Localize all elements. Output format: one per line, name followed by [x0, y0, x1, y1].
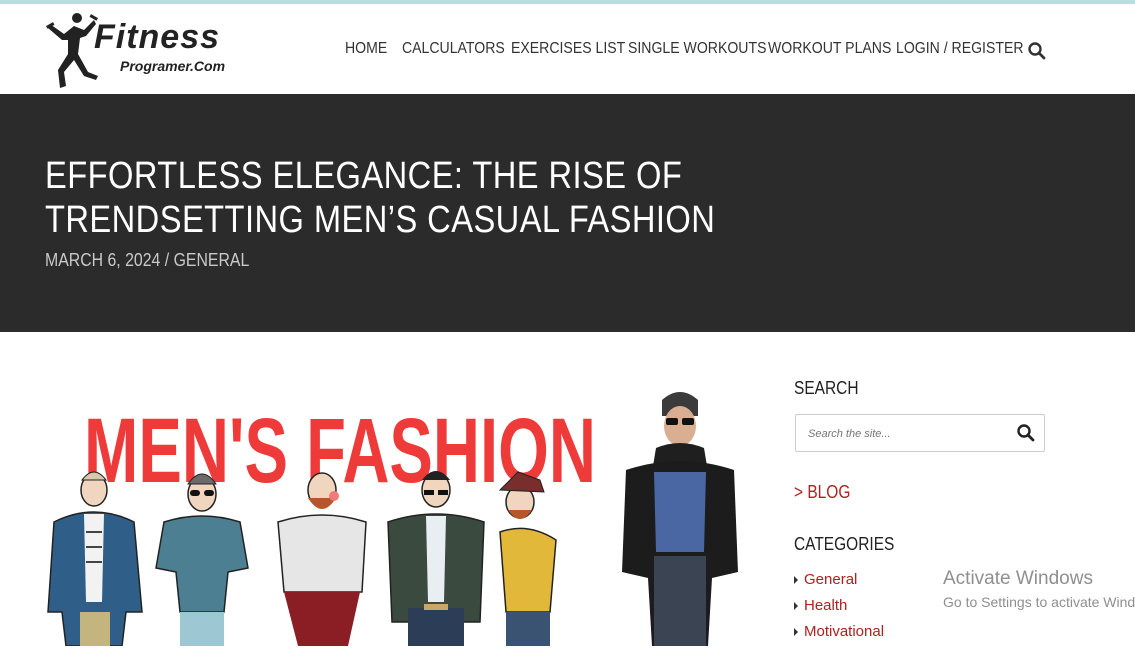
nav-home[interactable]: HOME	[345, 40, 387, 58]
post-meta: MARCH 6, 2024 / GENERAL	[45, 250, 249, 271]
photo-man-leather-jacket	[622, 392, 738, 646]
logo-subtitle: Programer.Com	[120, 58, 226, 74]
category-label: General	[804, 571, 858, 588]
category-item-general[interactable]: General	[794, 570, 884, 596]
nav-workout-plans[interactable]: WORKOUT PLANS	[768, 40, 891, 58]
post-title: EFFORTLESS ELEGANCE: THE RISE OF TRENDSE…	[45, 155, 716, 241]
sidebar-search-form	[795, 414, 1045, 452]
category-list: General Health Motivational	[794, 570, 884, 648]
post-date: MARCH 6, 2024	[45, 250, 161, 270]
watermark-subtitle: Go to Settings to activate Windows.	[943, 594, 1135, 610]
activate-windows-watermark: Activate Windows Go to Settings to activ…	[943, 568, 1135, 612]
site-logo[interactable]: Fitness Programer.Com	[44, 10, 259, 90]
caret-right-icon	[794, 602, 798, 610]
category-label: Health	[804, 597, 848, 614]
blog-link[interactable]: > BLOG	[794, 482, 850, 503]
sidebar-search-icon[interactable]	[1016, 423, 1036, 443]
nav-login-register[interactable]: LOGIN / REGISTER	[896, 40, 1024, 58]
logo-title: Fitness	[94, 18, 221, 56]
site-header: Fitness Programer.Com HOME CALCULATORS E…	[0, 4, 1135, 94]
meta-separator: /	[164, 250, 170, 270]
sidebar-search-input[interactable]	[806, 423, 1010, 445]
featured-image-illustration: MEN'S FASHION	[47, 392, 738, 646]
post-category-link[interactable]: GENERAL	[174, 250, 250, 270]
search-icon[interactable]	[1027, 41, 1047, 61]
nav-single-workouts[interactable]: SINGLE WORKOUTS	[628, 40, 766, 58]
category-item-health[interactable]: Health	[794, 596, 884, 622]
post-hero: EFFORTLESS ELEGANCE: THE RISE OF TRENDSE…	[0, 94, 1135, 332]
watermark-title: Activate Windows	[943, 568, 1093, 589]
caret-right-icon	[794, 628, 798, 636]
featured-image: MEN'S FASHION	[44, 372, 744, 646]
category-item-motivational[interactable]: Motivational	[794, 622, 884, 648]
nav-calculators[interactable]: CALCULATORS	[402, 40, 505, 58]
nav-exercises-list[interactable]: EXERCISES LIST	[511, 40, 625, 58]
logo-figure-icon	[46, 13, 98, 88]
caret-right-icon	[794, 576, 798, 584]
search-heading: SEARCH	[794, 378, 859, 398]
category-label: Motivational	[804, 623, 885, 640]
categories-heading: CATEGORIES	[794, 534, 895, 554]
